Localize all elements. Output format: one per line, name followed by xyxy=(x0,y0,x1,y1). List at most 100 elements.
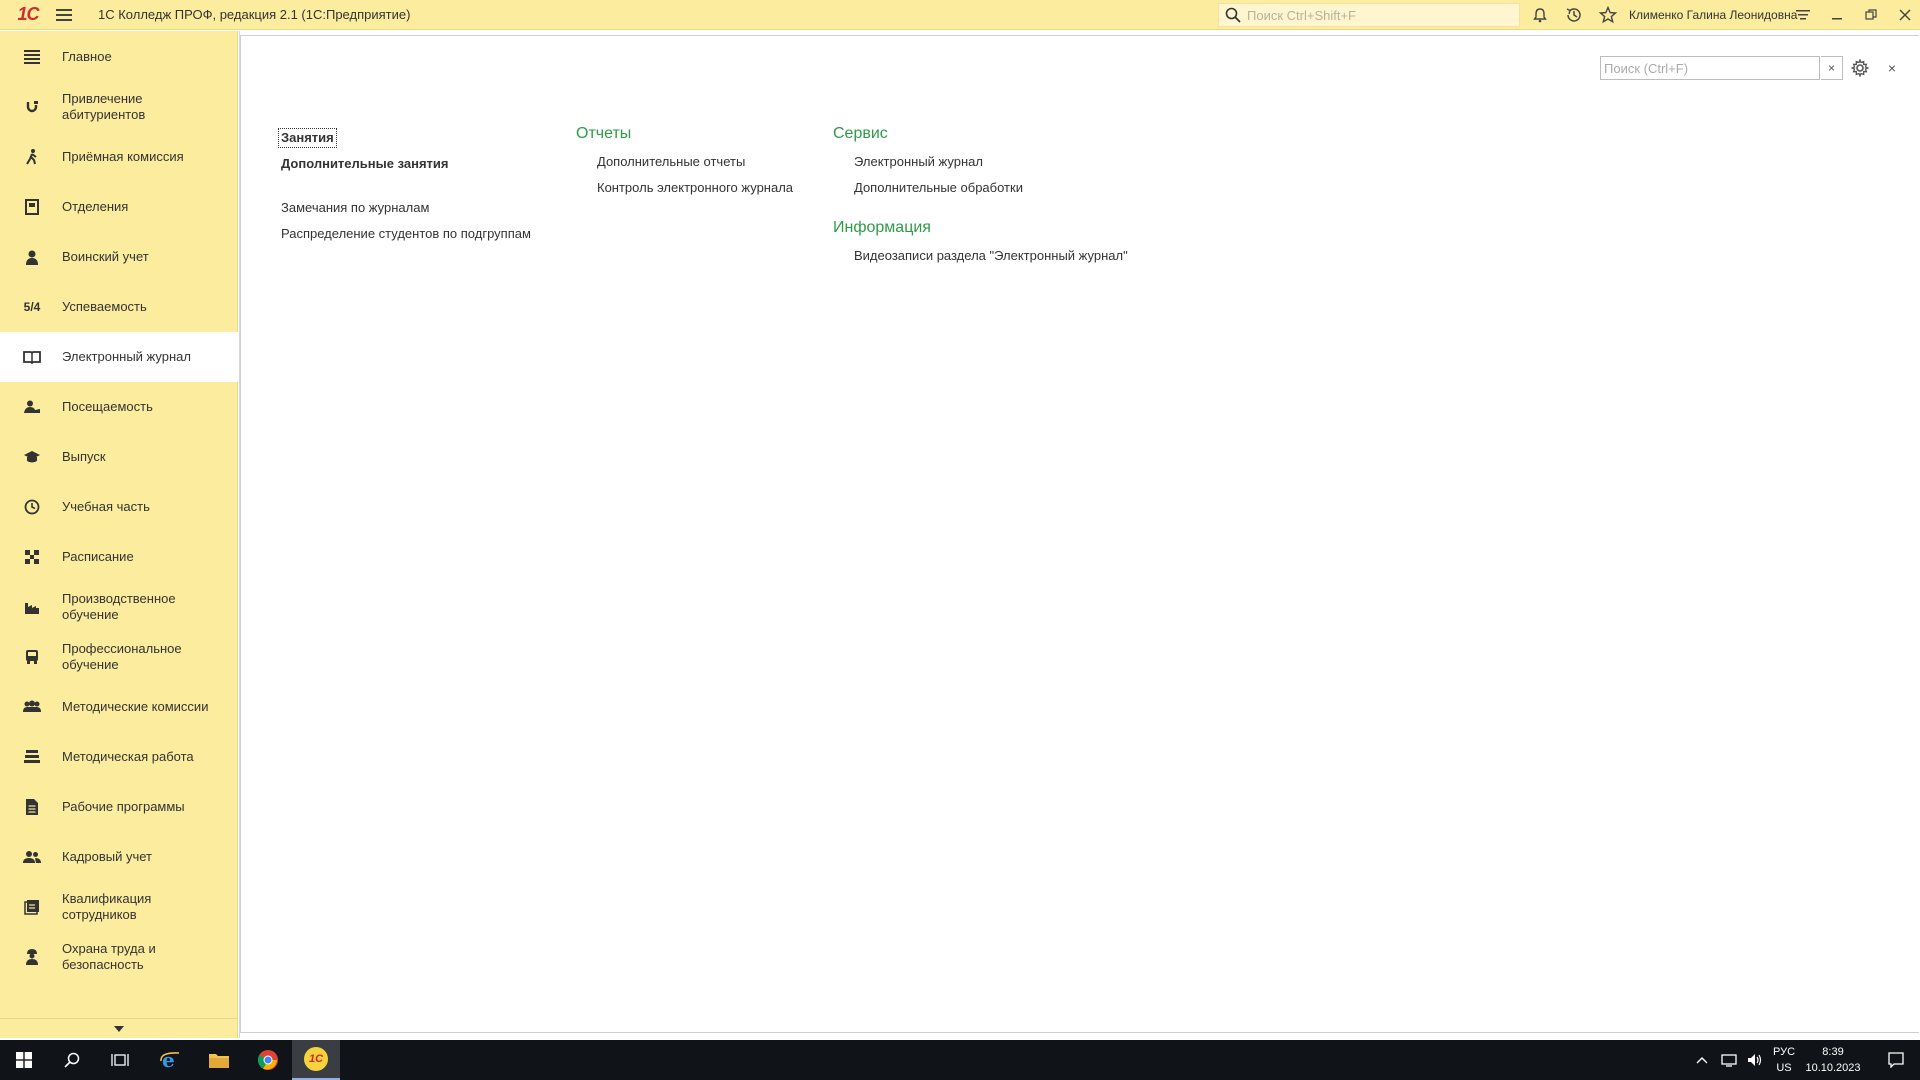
link-journal-remarks[interactable]: Замечания по журналам xyxy=(281,200,531,216)
notifications-center-icon[interactable] xyxy=(1872,1040,1920,1080)
sidebar-item-departments[interactable]: Отделения xyxy=(0,182,238,232)
app-title: 1С Колледж ПРОФ, редакция 2.1 (1С:Предпр… xyxy=(98,7,411,22)
task-view-icon[interactable] xyxy=(96,1040,144,1080)
sidebar-item-graduation[interactable]: Выпуск xyxy=(0,432,238,482)
sidebar-item-industrial-training[interactable]: Производственное обучение xyxy=(0,582,238,632)
link-electronic-journal[interactable]: Электронный журнал xyxy=(854,154,1128,170)
favorites-star-icon[interactable] xyxy=(1598,5,1618,25)
clock-date: 10.10.2023 xyxy=(1805,1062,1861,1074)
main-links-column: Занятия Дополнительные занятия Замечания… xyxy=(278,128,531,242)
gear-icon[interactable] xyxy=(1849,57,1871,79)
sidebar-item-label: Охрана труда и безопасность xyxy=(62,941,156,972)
network-icon[interactable] xyxy=(1716,1040,1742,1080)
link-journal-control[interactable]: Контроль электронного журнала xyxy=(597,180,793,196)
graduation-cap-icon xyxy=(16,450,48,464)
people-icon xyxy=(16,850,48,864)
global-search-placeholder: Поиск Ctrl+Shift+F xyxy=(1247,7,1356,23)
sidebar-item-methodical-commissions[interactable]: Методические комиссии xyxy=(0,682,238,732)
stack-icon xyxy=(16,750,48,764)
attendance-icon xyxy=(16,400,48,414)
current-user-name[interactable]: Клименко Галина Леонидовна xyxy=(1629,8,1797,22)
service-section: Сервис Электронный журнал Дополнительные… xyxy=(833,124,1128,264)
section-search-placeholder: Поиск (Ctrl+F) xyxy=(1604,60,1689,76)
reports-section: Отчеты Дополнительные отчеты Контроль эл… xyxy=(576,124,793,196)
notifications-bell-icon[interactable] xyxy=(1530,5,1550,25)
clock-icon xyxy=(16,499,48,515)
list-icon xyxy=(16,50,48,64)
sidebar-item-staff-qualification[interactable]: Квалификация сотрудников xyxy=(0,882,238,932)
clock-time: 8:39 xyxy=(1822,1046,1844,1058)
sidebar-item-label: Главное xyxy=(62,49,112,64)
volume-icon[interactable] xyxy=(1742,1040,1768,1080)
reports-heading: Отчеты xyxy=(576,125,632,142)
info-heading: Информация xyxy=(833,219,931,236)
search-icon xyxy=(1225,7,1241,23)
sidebar-item-label: Выпуск xyxy=(62,449,106,464)
chevron-up-icon[interactable] xyxy=(1690,1040,1714,1080)
book-icon xyxy=(16,350,48,364)
grades-icon: 5/4 xyxy=(23,300,41,314)
chrome-icon[interactable] xyxy=(244,1040,292,1080)
windows-start-icon[interactable] xyxy=(0,1040,48,1080)
factory-icon xyxy=(16,600,48,614)
main-menu-icon[interactable] xyxy=(50,0,78,30)
sidebar-item-work-programs[interactable]: Рабочие программы xyxy=(0,782,238,832)
magnet-icon xyxy=(16,99,48,115)
file-explorer-icon[interactable] xyxy=(195,1040,243,1080)
restore-window-icon[interactable] xyxy=(1861,5,1881,25)
sidebar-item-label: Кадровый учет xyxy=(62,849,152,864)
history-icon[interactable] xyxy=(1564,5,1584,25)
link-additional-processing[interactable]: Дополнительные обработки xyxy=(854,180,1128,196)
section-panel: Поиск (Ctrl+F) × × Занятия Дополнительны… xyxy=(240,35,1919,1033)
sidebar-item-label: Приёмная комиссия xyxy=(62,149,184,164)
document-icon xyxy=(16,799,48,815)
internet-explorer-icon[interactable]: e xyxy=(146,1040,194,1080)
link-additional-reports[interactable]: Дополнительные отчеты xyxy=(597,154,793,170)
sidebar-scroll-down-button[interactable] xyxy=(0,1018,238,1038)
section-search-input[interactable]: Поиск (Ctrl+F) xyxy=(1600,56,1820,80)
sidebar-item-professional-training[interactable]: Профессиональное обучение xyxy=(0,632,238,682)
walking-person-icon xyxy=(16,149,48,165)
sidebar-item-academic-part[interactable]: Учебная часть xyxy=(0,482,238,532)
taskbar-search-icon[interactable] xyxy=(48,1040,96,1080)
link-subgroup-distribution[interactable]: Распределение студентов по подгруппам xyxy=(281,226,531,242)
sidebar-item-schedule[interactable]: Расписание xyxy=(0,532,238,582)
global-search-input[interactable]: Поиск Ctrl+Shift+F xyxy=(1218,3,1520,27)
link-section-videos[interactable]: Видеозаписи раздела "Электронный журнал" xyxy=(854,248,1128,264)
sidebar-item-label: Отделения xyxy=(62,199,129,214)
title-bar: 1С 1С Колледж ПРОФ, редакция 2.1 (1С:Пре… xyxy=(0,0,1920,30)
sidebar-item-methodical-work[interactable]: Методическая работа xyxy=(0,732,238,782)
main-panel: Поиск (Ctrl+F) × × Занятия Дополнительны… xyxy=(239,31,1920,1038)
clear-search-button[interactable]: × xyxy=(1821,56,1843,80)
sidebar-item-hr[interactable]: Кадровый учет xyxy=(0,832,238,882)
certificate-icon xyxy=(16,899,48,915)
os-taskbar: e 1С РУС US 8:39 10.10.2023 xyxy=(0,1040,1920,1080)
link-classes[interactable]: Занятия xyxy=(278,128,337,148)
sidebar-item-applicants[interactable]: Привлечение абитуриентов xyxy=(0,82,238,132)
sidebar-item-labor-safety[interactable]: Охрана труда и безопасность xyxy=(0,932,238,982)
settings-menu-icon[interactable] xyxy=(1793,5,1813,25)
minimize-window-icon[interactable] xyxy=(1827,5,1847,25)
building-icon xyxy=(16,199,48,215)
bus-icon xyxy=(16,649,48,665)
sidebar-item-label: Профессиональное обучение xyxy=(62,641,182,672)
sidebar-item-main[interactable]: Главное xyxy=(0,32,238,82)
taskbar-1c-app-button[interactable]: 1С xyxy=(292,1040,340,1080)
sidebar-item-label: Воинский учет xyxy=(62,249,149,264)
sidebar-item-military[interactable]: Воинский учет xyxy=(0,232,238,282)
link-additional-classes[interactable]: Дополнительные занятия xyxy=(281,156,531,172)
close-panel-button[interactable]: × xyxy=(1881,57,1903,79)
sidebar-item-attendance[interactable]: Посещаемость xyxy=(0,382,238,432)
sidebar-item-label: Методические комиссии xyxy=(62,699,209,714)
1c-app-icon: 1С xyxy=(304,1047,328,1071)
sidebar-item-label: Расписание xyxy=(62,549,134,564)
chevron-down-icon xyxy=(114,1025,124,1032)
sidebar-item-performance[interactable]: 5/4 Успеваемость xyxy=(0,282,238,332)
sidebar-item-label: Электронный журнал xyxy=(62,349,191,364)
keyboard-language-indicator[interactable]: РУС US xyxy=(1766,1044,1802,1076)
sidebar-item-admissions[interactable]: Приёмная комиссия xyxy=(0,132,238,182)
sidebar-item-electronic-journal[interactable]: Электронный журнал xyxy=(0,332,238,382)
close-window-icon[interactable] xyxy=(1895,5,1915,25)
sidebar-item-label: Учебная часть xyxy=(62,499,150,514)
clock[interactable]: 8:39 10.10.2023 xyxy=(1800,1044,1866,1076)
